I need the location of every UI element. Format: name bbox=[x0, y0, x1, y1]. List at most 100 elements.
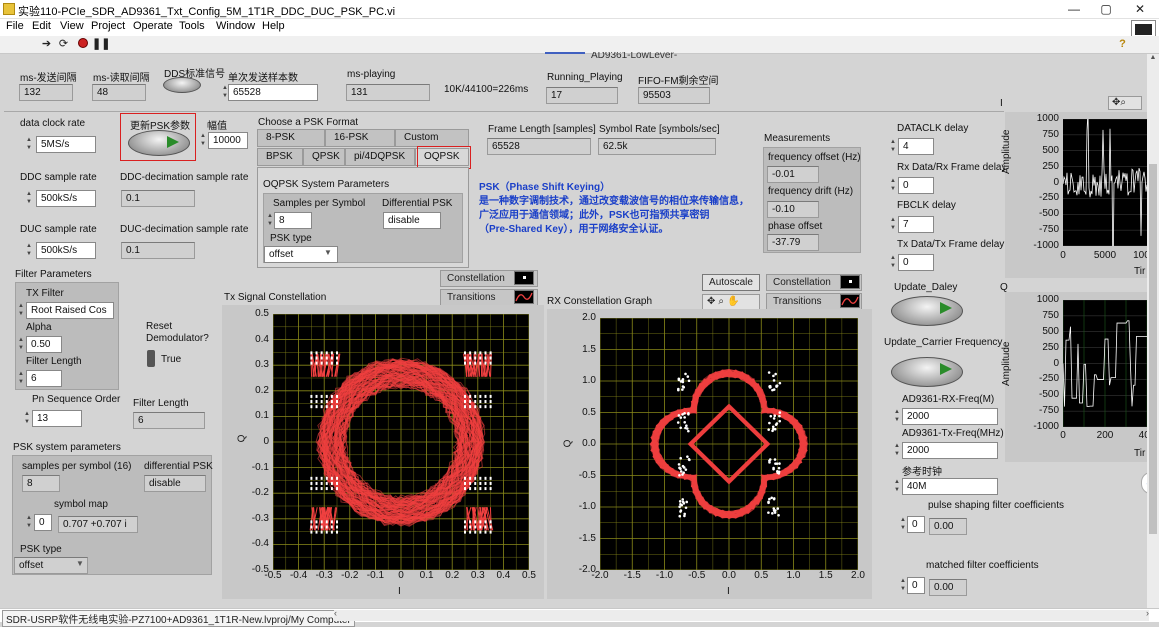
ref-clock-input[interactable]: 40M bbox=[902, 478, 998, 495]
menu-window[interactable]: Window bbox=[216, 20, 255, 32]
tab-qpsk[interactable]: QPSK bbox=[303, 148, 345, 166]
pn-order-stepper[interactable]: ▲▼ bbox=[22, 410, 32, 427]
tx-constellation-point bbox=[316, 362, 318, 365]
i-waveform-plot[interactable] bbox=[1063, 119, 1147, 246]
horizontal-scrollbar[interactable]: ‹ › bbox=[334, 610, 1149, 621]
tx-constellation-point bbox=[464, 520, 466, 523]
duc-rate-stepper[interactable]: ▲▼ bbox=[24, 242, 34, 259]
pn-order-input[interactable]: 13 bbox=[32, 410, 82, 427]
alpha-input[interactable]: 0.50 bbox=[26, 336, 62, 353]
tx-constellation-point bbox=[316, 525, 318, 528]
matched-filter-index[interactable]: 0 bbox=[907, 577, 925, 594]
help-icon[interactable]: ? bbox=[1116, 38, 1129, 51]
i-xlabel: Tir bbox=[1134, 266, 1145, 277]
update-carrier-button[interactable] bbox=[891, 357, 963, 387]
filter-length-stepper[interactable]: ▲▼ bbox=[16, 370, 26, 387]
alpha-stepper[interactable]: ▲▼ bbox=[16, 336, 26, 353]
abort-icon[interactable] bbox=[76, 38, 89, 51]
clock-rate-stepper[interactable]: ▲▼ bbox=[24, 136, 34, 153]
run-arrow-icon[interactable]: ➔ bbox=[40, 38, 53, 51]
tab-16psk[interactable]: 16-PSK bbox=[325, 129, 395, 147]
tx-filter-stepper[interactable]: ▲▼ bbox=[16, 302, 26, 319]
duc-dec-label: DUC-decimation sample rate bbox=[120, 224, 248, 235]
menu-tools[interactable]: Tools bbox=[179, 20, 205, 32]
menu-operate[interactable]: Operate bbox=[133, 20, 173, 32]
rx-constellation-plot[interactable] bbox=[600, 318, 858, 570]
pulse-shaping-index[interactable]: 0 bbox=[907, 516, 925, 533]
tx-constellation-plot[interactable] bbox=[273, 314, 529, 570]
tick-label: 0.0 bbox=[722, 570, 736, 581]
rx-constellation-point bbox=[680, 470, 683, 473]
tx-constellation-point bbox=[490, 520, 492, 523]
i-graph-palette[interactable]: ✥⌕ bbox=[1108, 96, 1142, 110]
menu-help[interactable]: Help bbox=[262, 20, 285, 32]
update-psk-button[interactable] bbox=[128, 130, 190, 156]
tx-freq-stepper[interactable]: ▲▼ bbox=[892, 442, 902, 459]
tx-constellation-point bbox=[490, 525, 492, 528]
menu-edit[interactable]: Edit bbox=[32, 20, 51, 32]
dds-toggle-button[interactable] bbox=[163, 77, 201, 93]
vertical-scrollbar[interactable]: ▲ bbox=[1147, 54, 1159, 608]
tx-constellation-point bbox=[310, 525, 312, 528]
oqpsk-sps-input[interactable]: 8 bbox=[274, 212, 312, 229]
maximize-button[interactable]: ▢ bbox=[1092, 1, 1120, 18]
dataclk-delay-stepper[interactable]: ▲▼ bbox=[888, 138, 898, 155]
tab-custom[interactable]: Custom bbox=[395, 129, 469, 147]
rx-constellation-point bbox=[679, 467, 682, 470]
single-send-stepper[interactable]: ▲▼ bbox=[220, 84, 230, 101]
menu-file[interactable]: File bbox=[6, 20, 24, 32]
tx-frame-delay-stepper[interactable]: ▲▼ bbox=[888, 254, 898, 271]
filter-length-label: Filter Length bbox=[26, 356, 82, 367]
reset-demod-switch[interactable] bbox=[147, 350, 155, 367]
tx-constellation-point bbox=[464, 362, 466, 365]
symbol-map-index[interactable]: 0 bbox=[34, 514, 52, 531]
rx-constellation-point bbox=[683, 515, 686, 518]
symbol-map-label: symbol map bbox=[54, 499, 108, 510]
rx-graph-palette[interactable]: ✥⌕✋ bbox=[702, 294, 760, 310]
run-continuously-icon[interactable]: ⟳ bbox=[57, 38, 70, 51]
status-bar: SDR-USRP软件无线电实验-PZ7100+AD9361_1T1R-New.l… bbox=[0, 608, 1159, 622]
tick-label: 1.5 bbox=[819, 570, 833, 581]
tx-freq-input[interactable]: 2000 bbox=[902, 442, 998, 459]
oqpsk-diff-select[interactable]: disable bbox=[383, 212, 441, 229]
update-daley-button[interactable] bbox=[891, 296, 963, 326]
tab-pi4dqpsk[interactable]: pi/4DQPSK bbox=[345, 148, 415, 166]
tab-8psk[interactable]: 8-PSK bbox=[257, 129, 325, 147]
tx-constellation-point bbox=[474, 357, 476, 360]
duc-rate-input[interactable]: 500kS/s bbox=[36, 242, 96, 259]
tab-bpsk[interactable]: BPSK bbox=[257, 148, 303, 166]
menu-view[interactable]: View bbox=[60, 20, 84, 32]
rx-frame-delay-stepper[interactable]: ▲▼ bbox=[888, 177, 898, 194]
autoscale-button[interactable]: Autoscale bbox=[702, 274, 760, 291]
tick-label: -2.0 bbox=[591, 570, 608, 581]
q-waveform-plot[interactable] bbox=[1063, 300, 1147, 427]
amplitude-stepper[interactable]: ▲▼ bbox=[198, 132, 208, 149]
fbclk-delay-input[interactable]: 7 bbox=[898, 216, 934, 233]
menu-project[interactable]: Project bbox=[91, 20, 125, 32]
rx-freq-stepper[interactable]: ▲▼ bbox=[892, 408, 902, 425]
amplitude-input[interactable]: 10000 bbox=[208, 132, 248, 149]
minimize-button[interactable]: — bbox=[1060, 1, 1088, 18]
filter-params-label: Filter Parameters bbox=[15, 269, 92, 280]
clock-rate-input[interactable]: 5MS/s bbox=[36, 136, 96, 153]
tx-constellation-point bbox=[321, 525, 323, 528]
ref-clock-stepper[interactable]: ▲▼ bbox=[892, 478, 902, 495]
tx-filter-select[interactable]: Root Raised Cos bbox=[26, 302, 114, 319]
tx-constellation-point bbox=[326, 477, 328, 480]
close-button[interactable]: ✕ bbox=[1126, 1, 1154, 18]
rx-freq-input[interactable]: 2000 bbox=[902, 408, 998, 425]
tx-constellation-point bbox=[331, 395, 333, 398]
single-send-input[interactable]: 65528 bbox=[228, 84, 318, 101]
q-ylabel: Amplitude bbox=[1001, 342, 1012, 386]
symbol-map-stepper[interactable]: ▲▼ bbox=[24, 514, 34, 531]
filter-length-input[interactable]: 6 bbox=[26, 370, 62, 387]
fbclk-delay-stepper[interactable]: ▲▼ bbox=[888, 216, 898, 233]
tx-constellation-point bbox=[321, 531, 323, 534]
ddc-rate-input[interactable]: 500kS/s bbox=[36, 190, 96, 207]
filter-length2-indicator: 6 bbox=[133, 412, 205, 429]
dataclk-delay-input[interactable]: 4 bbox=[898, 138, 934, 155]
rx-frame-delay-input[interactable]: 0 bbox=[898, 177, 934, 194]
ddc-rate-stepper[interactable]: ▲▼ bbox=[24, 190, 34, 207]
pause-icon[interactable]: ❚❚ bbox=[92, 38, 105, 51]
tx-frame-delay-input[interactable]: 0 bbox=[898, 254, 934, 271]
